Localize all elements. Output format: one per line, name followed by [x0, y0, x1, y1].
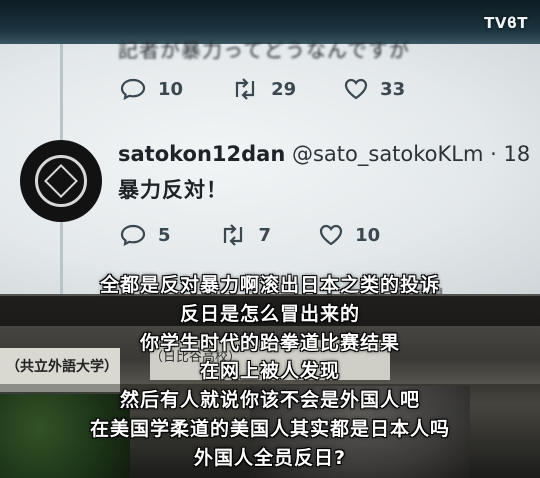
subtitle-line: 外国人全员反日? [193, 447, 347, 469]
retweet-count: 7 [258, 224, 272, 246]
tweet-top-actions: 10 29 33 [120, 78, 453, 100]
tweet-text: 暴力反対！ [118, 178, 228, 202]
reply-icon [120, 78, 146, 100]
avatar[interactable] [20, 140, 102, 222]
like-count: 10 [355, 224, 381, 246]
like-action[interactable]: 33 [344, 78, 405, 100]
reply-action[interactable]: 10 [120, 78, 183, 100]
like-count: 33 [380, 78, 406, 100]
blurred-tweet-text: 記者が暴力ってどうなんですが [118, 38, 410, 62]
reply-icon [120, 224, 146, 246]
user-handle[interactable]: @sato_satokoKLm · 18 [292, 142, 530, 166]
retweet-action[interactable]: 29 [231, 78, 296, 100]
retweet-icon [223, 224, 242, 246]
retweet-action[interactable]: 7 [219, 224, 272, 246]
heart-icon [319, 224, 343, 246]
avatar-emblem-icon [35, 155, 87, 207]
subtitle-line: 你学生时代的跆拳道比赛结果 [139, 332, 400, 354]
retweet-count: 29 [271, 78, 297, 100]
subtitle-line: 反日是怎么冒出来的 [179, 303, 360, 325]
subtitle-line: 在美国学柔道的美国人其实都是日本人吗 [89, 418, 450, 440]
retweet-icon [235, 78, 255, 100]
video-frame: TVϐT 記者が暴力ってどうなんですが 10 29 33 satokon12da… [0, 0, 540, 478]
heart-icon [345, 78, 368, 100]
reply-action[interactable]: 5 [120, 224, 171, 246]
tweet-header: satokon12dan @sato_satokoKLm · 18 [118, 142, 530, 166]
channel-logo: TVϐT [484, 14, 528, 32]
username[interactable]: satokon12dan [118, 142, 285, 166]
reply-count: 5 [158, 224, 171, 246]
tweet-main-actions: 5 7 10 [120, 224, 428, 246]
tweet-screen: 記者が暴力ってどうなんですが 10 29 33 satokon12dan @sa… [0, 38, 540, 305]
like-action[interactable]: 10 [319, 224, 380, 246]
avatar-emblem-core [44, 164, 78, 198]
subtitle-line: 在网上被人发现 [199, 360, 340, 382]
subtitle-line: 全都是反对暴力啊滚出日本之类的投诉 [99, 274, 440, 296]
reply-count: 10 [158, 78, 184, 100]
subtitle-line: 然后有人就说你该不会是外国人吧 [119, 389, 420, 411]
